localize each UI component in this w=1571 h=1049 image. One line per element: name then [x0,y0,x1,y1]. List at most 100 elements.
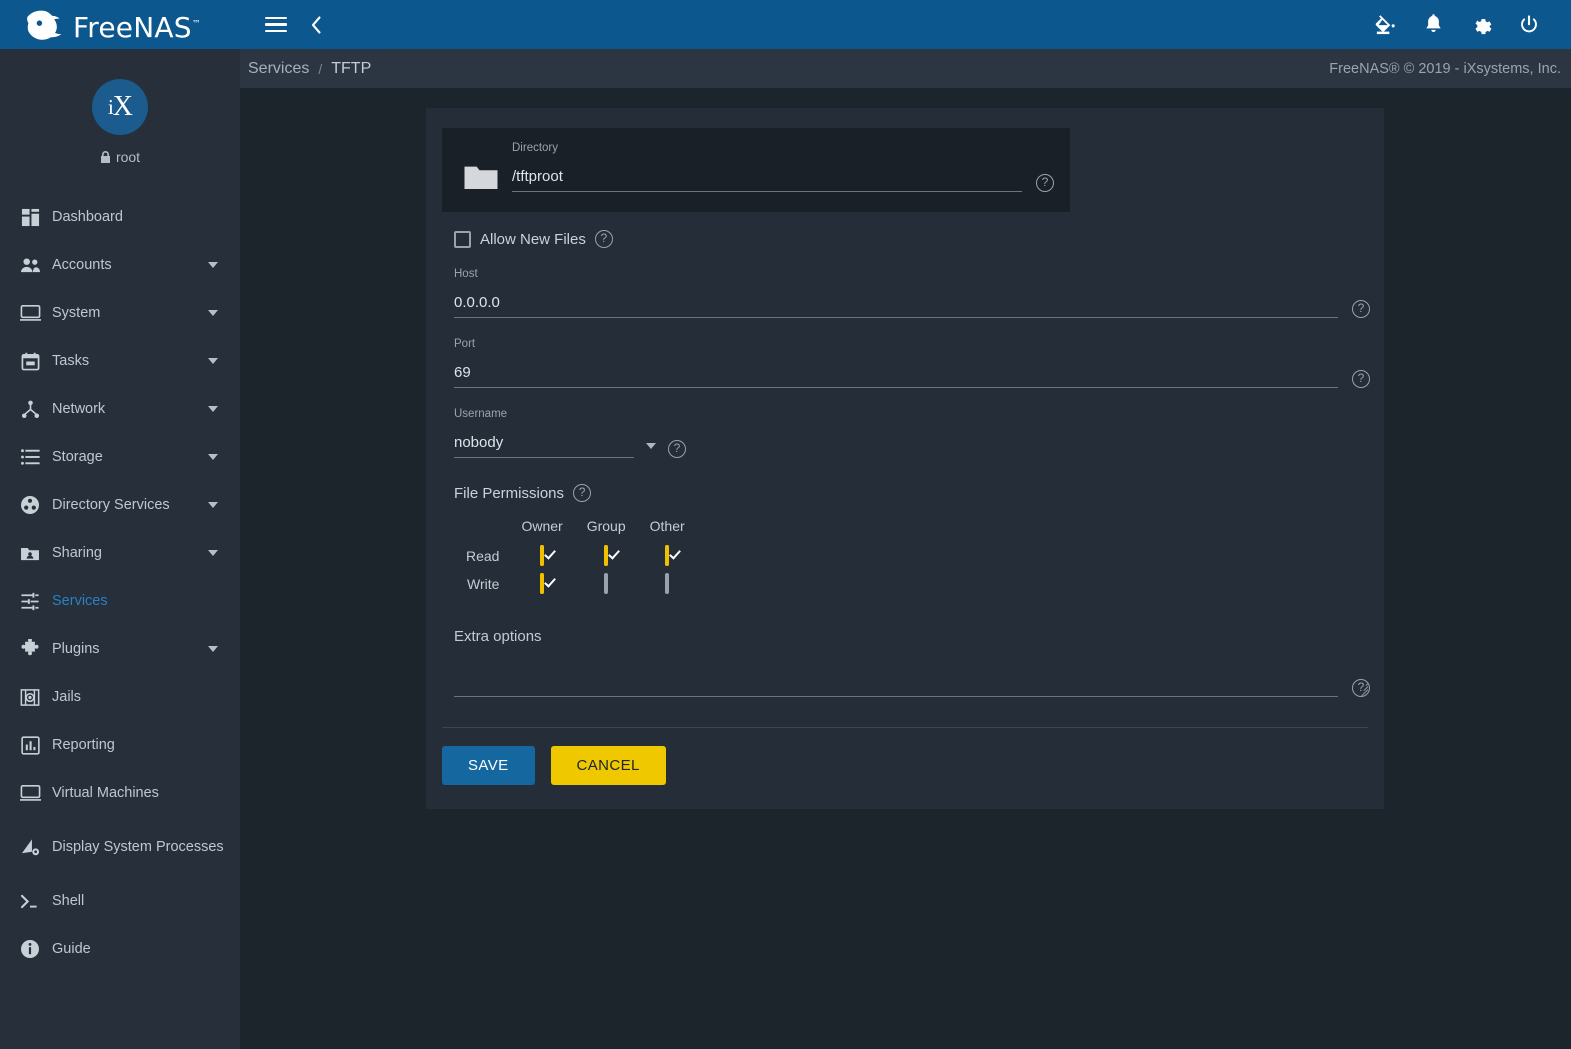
folder-icon[interactable] [464,164,498,196]
sidebar-item-virtual-machines[interactable]: Virtual Machines [0,769,240,817]
write-owner-checkbox[interactable] [540,573,545,594]
sidebar-item-label: System [52,304,101,321]
tftp-form: Directory ? Allow New Files ? Host [426,108,1384,728]
write-group-checkbox[interactable] [604,573,609,594]
calendar-icon [12,352,48,371]
terminal-icon [12,893,48,910]
sidebar-item-label: Services [52,592,108,609]
chevron-down-icon[interactable] [208,646,218,652]
username-help-icon[interactable]: ? [668,440,686,458]
sidebar-item-network[interactable]: Network [0,385,240,433]
content-area: Directory ? Allow New Files ? Host [240,88,1571,1049]
freenas-logo[interactable]: FreeNAS™ [22,8,201,42]
sidebar-item-system[interactable]: System [0,289,240,337]
chevron-down-icon[interactable] [208,454,218,460]
sidebar-item-sharing[interactable]: Sharing [0,529,240,577]
avatar[interactable]: iX [92,79,148,135]
sidebar-item-shell[interactable]: Shell [0,877,240,925]
brand-trademark: ™ [191,19,201,30]
profile-username-row: root [0,149,240,165]
sidebar-item-label: Shell [52,892,85,909]
permissions-column-group: Group [586,518,626,534]
paint-bucket-icon[interactable] [1365,5,1405,45]
extra-options-textarea[interactable] [454,645,1338,697]
info-icon [12,939,48,959]
permissions-cell-read-owner [509,542,574,570]
permissions-corner-cell [454,514,509,542]
permissions-row-write-label: Write [467,576,500,592]
chevron-down-icon[interactable] [208,502,218,508]
chevron-down-icon[interactable] [208,310,218,316]
sidebar-item-label: Network [52,400,106,417]
directory-input[interactable] [512,168,1022,192]
directory-help-icon[interactable]: ? [1036,174,1054,192]
file-permissions-table: Owner Group Other Read Write [454,514,697,598]
sidebar-item-label: Accounts [52,256,112,273]
monitor-icon [12,784,48,802]
gear-icon[interactable] [1461,5,1501,45]
sidebar-item-accounts[interactable]: Accounts [0,241,240,289]
sidebar-nav: Dashboard Accounts System Tasks Network … [0,193,240,973]
extra-options-help-icon[interactable]: ? [1352,679,1370,697]
allow-new-files-help-icon[interactable]: ? [594,230,613,248]
sidebar-item-directory-services[interactable]: Directory Services [0,481,240,529]
chevron-down-icon[interactable] [646,443,656,449]
sidebar-item-storage[interactable]: Storage [0,433,240,481]
write-other-checkbox[interactable] [665,573,670,594]
power-icon[interactable] [1509,5,1549,45]
bell-icon[interactable] [1413,5,1453,45]
tftp-settings-card: Directory ? Allow New Files ? Host [426,108,1384,809]
sidebar-item-reporting[interactable]: Reporting [0,721,240,769]
chevron-down-icon[interactable] [208,406,218,412]
sidebar-item-label: Dashboard [52,208,123,225]
sidebar-item-label: Jails [52,688,82,705]
username-select[interactable] [454,434,634,458]
sidebar-item-label: Tasks [52,352,90,369]
sidebar-item-jails[interactable]: Jails [0,673,240,721]
sidebar-item-tasks[interactable]: Tasks [0,337,240,385]
sidebar-item-display-system-processes[interactable]: Display System Processes [0,817,240,877]
hamburger-icon[interactable] [256,5,296,45]
sidebar-item-services[interactable]: Services [0,577,240,625]
read-group-checkbox[interactable] [604,545,609,566]
chevron-down-icon[interactable] [208,262,218,268]
username-label: Username [454,408,508,420]
host-input[interactable] [454,294,1338,318]
sidebar: FreeNAS™ iX root Dashboard Accounts Syst… [0,0,240,1049]
port-field: Port ? [454,338,1370,388]
chevron-down-icon[interactable] [208,550,218,556]
permissions-cell-read-group [575,542,638,570]
cancel-button[interactable]: CANCEL [550,746,666,785]
port-input[interactable] [454,364,1338,388]
save-button[interactable]: SAVE [442,746,535,785]
file-permissions-label: File Permissions [454,484,565,502]
port-help-icon[interactable]: ? [1352,370,1370,388]
read-other-checkbox[interactable] [665,545,670,566]
file-permissions-help-icon[interactable]: ? [573,484,592,502]
host-help-icon[interactable]: ? [1352,300,1370,318]
sidebar-item-label: Storage [52,448,103,465]
sidebar-item-label: Guide [52,940,91,957]
breadcrumb-services[interactable]: Services [248,60,309,78]
allow-new-files-row: Allow New Files ? [454,230,1368,248]
read-owner-checkbox[interactable] [540,545,545,566]
sidebar-item-label: Display System Processes [52,838,224,855]
permissions-header-row: Owner Group Other [454,514,697,542]
permissions-column-owner: Owner [521,518,563,534]
puzzle-icon [12,639,48,659]
sidebar-item-label: Reporting [52,736,115,753]
directory-label: Directory [512,142,559,154]
sidebar-item-dashboard[interactable]: Dashboard [0,193,240,241]
breadcrumb: Services / TFTP [248,60,371,78]
form-actions: SAVE CANCEL [426,728,1384,809]
chevron-down-icon[interactable] [208,358,218,364]
profile-username: root [115,149,141,165]
permissions-cell-read-other [638,542,697,570]
sidebar-item-guide[interactable]: Guide [0,925,240,973]
allow-new-files-checkbox[interactable] [454,230,471,248]
brand-header: FreeNAS™ [0,0,240,49]
chevron-left-icon[interactable] [296,5,336,45]
sidebar-item-plugins[interactable]: Plugins [0,625,240,673]
dashboard-icon [12,208,48,227]
sidebar-item-label: Virtual Machines [52,784,159,801]
